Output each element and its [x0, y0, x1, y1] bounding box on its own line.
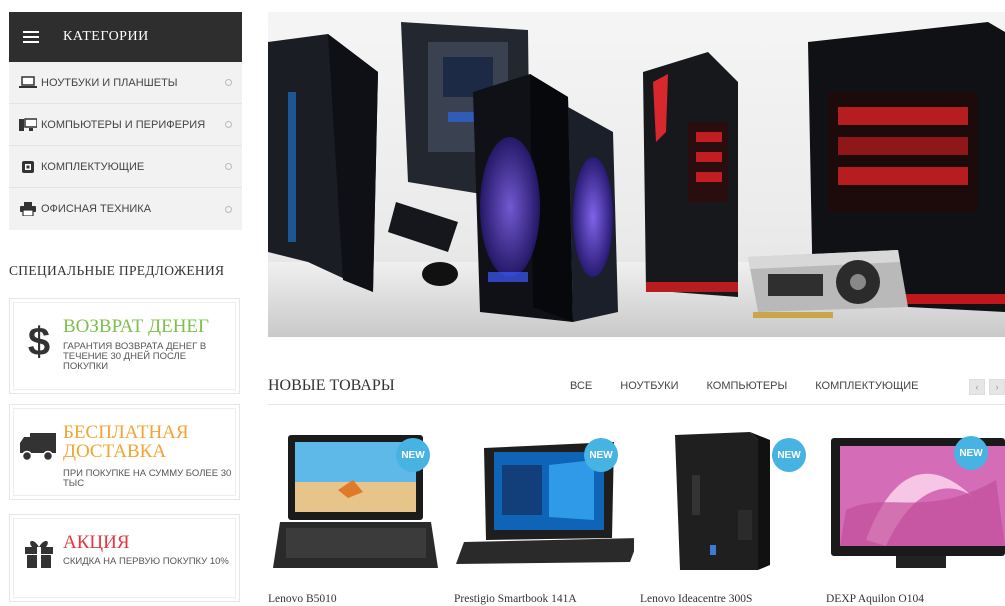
chevron-icon [225, 163, 232, 170]
offer-title: ВОЗВРАТ ДЕНЕГ [63, 316, 210, 337]
new-products-header: НОВЫЕ ТОВАРЫ ВСЕ НОУТБУКИ КОМПЬЮТЕРЫ КОМ… [268, 370, 1005, 405]
new-badge: NEW [396, 438, 430, 472]
filter-all[interactable]: ВСЕ [570, 380, 592, 392]
offer-text: ГАРАНТИЯ ВОЗВРАТА ДЕНЕГ В ТЕЧЕНИЕ 30 ДНЕ… [63, 341, 207, 372]
chevron-icon [225, 121, 232, 128]
new-badge: NEW [954, 436, 988, 470]
product-card[interactable]: NEW Lenovo B5010 [268, 420, 448, 606]
offer-title: АКЦИЯ [63, 532, 130, 553]
offer-title: БЕСПЛАТНАЯ ДОСТАВКА [63, 422, 189, 462]
offer-text: СКИДКА НА ПЕРВУЮ ПОКУПКУ 10% [63, 556, 229, 567]
dollar-icon: $ [22, 321, 56, 361]
carousel-pager: ‹ › [965, 379, 1005, 395]
product-card[interactable]: NEW Prestigio Smartbook 141A [454, 420, 639, 606]
product-name[interactable]: Prestigio Smartbook 141A [454, 593, 577, 605]
category-item-office[interactable]: ОФИСНАЯ ТЕХНИКА [9, 188, 242, 230]
desktop-icon [19, 117, 37, 132]
chevron-icon [225, 79, 232, 86]
new-badge: NEW [584, 438, 618, 472]
svg-text:$: $ [28, 321, 50, 361]
printer-icon [19, 202, 37, 216]
truck-icon [18, 427, 58, 467]
menu-icon [23, 31, 39, 43]
chip-icon [19, 160, 37, 174]
gift-icon [22, 533, 56, 573]
product-grid: NEW Lenovo B5010 NEW Prestigio Smartbook… [268, 420, 1005, 606]
product-card[interactable]: NEW Lenovo Ideacentre 300S [640, 420, 820, 606]
offer-text: ПРИ ПОКУПКЕ НА СУММУ БОЛЕЕ 30 ТЫС [63, 468, 232, 489]
categories-title: КАТЕГОРИИ [63, 29, 149, 44]
gaming-pc-banner-image [268, 22, 1005, 337]
hero-banner[interactable] [268, 12, 1005, 337]
sidebar: КАТЕГОРИИ НОУТБУКИ И ПЛАНШЕТЫ КОМПЬЮТЕРЫ… [9, 12, 242, 279]
offer-promo[interactable]: АКЦИЯ СКИДКА НА ПЕРВУЮ ПОКУПКУ 10% [9, 514, 240, 602]
filter-components[interactable]: КОМПЛЕКТУЮЩИЕ [815, 380, 918, 392]
filter-computers[interactable]: КОМПЬЮТЕРЫ [707, 380, 788, 392]
category-label: КОМПЬЮТЕРЫ И ПЕРИФЕРИЯ [41, 118, 206, 131]
laptop-icon [19, 76, 37, 90]
categories-header[interactable]: КАТЕГОРИИ [9, 12, 242, 62]
category-label: ОФИСНАЯ ТЕХНИКА [41, 203, 152, 215]
next-arrow-icon[interactable]: › [989, 379, 1005, 395]
product-name[interactable]: Lenovo Ideacentre 300S [640, 593, 752, 605]
category-list: НОУТБУКИ И ПЛАНШЕТЫ КОМПЬЮТЕРЫ И ПЕРИФЕР… [9, 62, 242, 230]
product-card[interactable]: NEW DEXP Aquilon O104 [826, 420, 1005, 606]
product-name[interactable]: Lenovo B5010 [268, 593, 337, 605]
new-badge: NEW [772, 438, 806, 472]
product-name[interactable]: DEXP Aquilon O104 [826, 593, 924, 605]
offer-money-back[interactable]: $ ВОЗВРАТ ДЕНЕГ ГАРАНТИЯ ВОЗВРАТА ДЕНЕГ … [9, 298, 240, 394]
category-item-computers[interactable]: КОМПЬЮТЕРЫ И ПЕРИФЕРИЯ [9, 104, 242, 146]
category-label: КОМПЛЕКТУЮЩИЕ [41, 160, 145, 173]
category-item-components[interactable]: КОМПЛЕКТУЮЩИЕ [9, 146, 242, 188]
prev-arrow-icon[interactable]: ‹ [969, 379, 985, 395]
product-filters: ВСЕ НОУТБУКИ КОМПЬЮТЕРЫ КОМПЛЕКТУЮЩИЕ [570, 380, 919, 392]
filter-laptops[interactable]: НОУТБУКИ [620, 380, 678, 392]
new-products-title: НОВЫЕ ТОВАРЫ [268, 377, 395, 394]
category-label: НОУТБУКИ И ПЛАНШЕТЫ [41, 76, 178, 89]
category-item-laptops[interactable]: НОУТБУКИ И ПЛАНШЕТЫ [9, 62, 242, 104]
chevron-icon [225, 205, 232, 213]
special-offers-title: СПЕЦИАЛЬНЫЕ ПРЕДЛОЖЕНИЯ [9, 263, 225, 278]
offer-free-delivery[interactable]: БЕСПЛАТНАЯ ДОСТАВКА ПРИ ПОКУПКЕ НА СУММУ… [9, 404, 240, 500]
